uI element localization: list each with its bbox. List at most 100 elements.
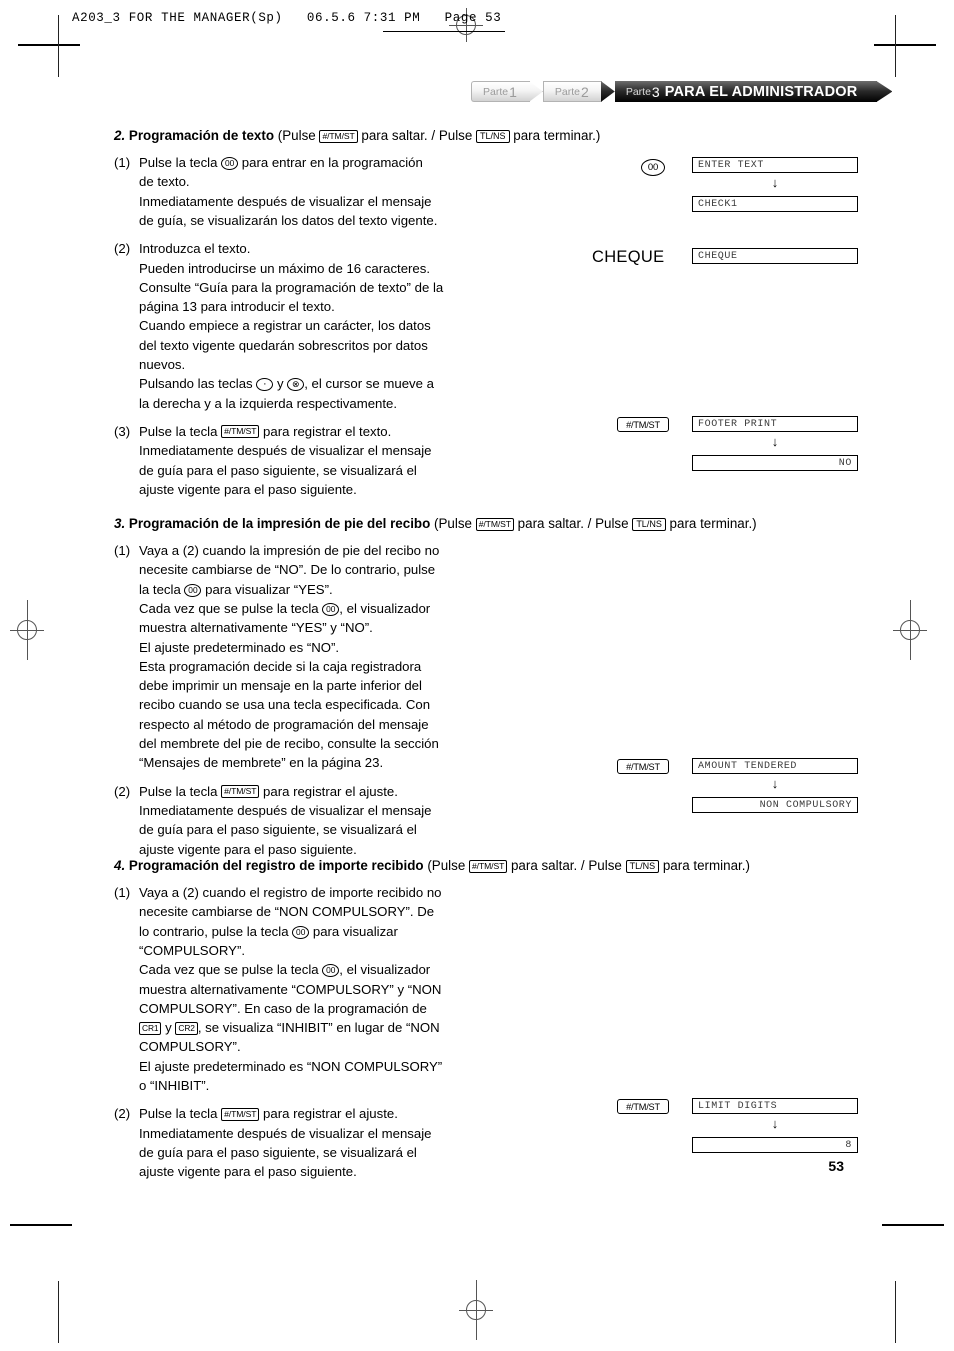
step-line: Vaya a (2) cuando la impresión de pie de… (139, 543, 440, 559)
key-00-icon[interactable]: 00 (292, 925, 310, 939)
section-title: Programación de la impresión de pie del … (128, 516, 431, 531)
display-footer-print: FOOTER PRINT (692, 416, 858, 432)
key-tmst-group4[interactable]: #/TM/ST (617, 759, 669, 774)
breadcrumb-arrow-cap-icon (876, 81, 893, 102)
step-item: (2) Introduzca el texto. Pueden introducir… (114, 239, 844, 413)
section-number: 2. (114, 128, 126, 143)
section-paren: (Pulse (434, 516, 476, 531)
section-paren-mid: para saltar. / Pulse (513, 516, 633, 531)
step-line: página 13 para introducir el texto. (139, 299, 335, 315)
section-2: 2. Programación de texto (Pulse #/TM/ST … (114, 126, 844, 508)
breadcrumb-item-parte3[interactable]: Parte 3 PARA EL ADMINISTRADOR (614, 81, 878, 102)
breadcrumb-number-2: 2 (581, 83, 589, 100)
section-title: Programación de texto (128, 128, 275, 143)
step-line: muestra alternativamente “COMPULSORY” y … (139, 981, 442, 997)
breadcrumb-label-3: Parte (625, 85, 651, 98)
step-line: necesite cambiarse de “NON COMPULSORY”. … (139, 904, 435, 920)
step-line: la derecha y a la izquierda respectivame… (139, 395, 398, 411)
key-00-group1[interactable]: 00 (641, 159, 665, 176)
step-line: Vaya a (2) cuando el registro de importe… (139, 885, 442, 901)
key-cr1-icon[interactable]: CR1 (139, 1021, 162, 1035)
step-line: ajuste vigente para el paso siguiente. (139, 481, 357, 497)
key-tmst-icon[interactable]: #/TM/ST (469, 859, 508, 873)
key-tlns-icon[interactable]: TL/NS (632, 517, 666, 531)
section-paren: (Pulse (277, 128, 320, 143)
step-line: de texto. (139, 174, 190, 190)
breadcrumb-title-3: PARA EL ADMINISTRADOR (664, 83, 858, 100)
step-line: Consulte “Guía para la programación de t… (139, 279, 444, 295)
display-footer-print-value: NO (692, 455, 858, 471)
step-line: recibo cuando se usa una tecla especific… (139, 697, 431, 713)
display-check1: CHECK1 (692, 196, 858, 212)
section-heading-3: 3. Programación de la impresión de pie d… (114, 514, 844, 534)
key-00-icon[interactable]: 00 (322, 603, 340, 616)
key-tmst-icon[interactable]: #/TM/ST (221, 1107, 260, 1121)
key-dot-icon[interactable]: · (256, 378, 274, 392)
step-line: Pulse la tecla #/TM/ST para registrar el… (139, 423, 392, 439)
step-marker: (1) (114, 543, 131, 559)
step-item: (1) Vaya a (2) cuando la impresión de pie… (114, 541, 844, 773)
step-line: la tecla 00 para visualizar “YES”. (139, 581, 333, 597)
registration-mark-bottom (459, 1280, 493, 1340)
step-line: del membrete del pie de recibo, consulte… (139, 736, 439, 752)
step-item: (1) Vaya a (2) cuando el registro de impo… (114, 883, 844, 1095)
step-line: Inmediatamente después de visualizar el … (139, 1125, 432, 1141)
key-tmst-icon[interactable]: #/TM/ST (319, 129, 358, 143)
step-line: respecto al método de programación del m… (139, 716, 429, 732)
crop-line-bottom-right (895, 1281, 896, 1343)
step-line: Inmediatamente después de visualizar el … (139, 193, 432, 209)
step-body: Pulse la tecla 00 para entrar en la prog… (139, 153, 437, 230)
step-line: Pulse la tecla #/TM/ST para registrar el… (139, 783, 398, 799)
display-amount-tendered-value: NON COMPULSORY (692, 797, 858, 813)
breadcrumb-label-1: Parte (483, 85, 509, 98)
step-marker: (2) (114, 241, 131, 257)
step-line: ajuste vigente para el paso siguiente. (139, 1164, 357, 1180)
breadcrumb-item-parte2[interactable]: Parte 2 (542, 81, 602, 102)
section-number: 4. (114, 858, 126, 873)
key-tmst-group3[interactable]: #/TM/ST (617, 417, 669, 432)
breadcrumb-separator-1 (528, 81, 543, 102)
key-tmst-icon[interactable]: #/TM/ST (221, 785, 260, 799)
key-cr2-icon[interactable]: CR2 (175, 1021, 198, 1035)
step-body: Pulse la tecla #/TM/ST para registrar el… (139, 1104, 432, 1181)
flow-arrow-icon-4: ↓ (771, 1116, 779, 1131)
registration-mark-left (10, 600, 44, 660)
section-paren-mid: para saltar. / Pulse (357, 128, 477, 143)
key-00-icon[interactable]: 00 (221, 157, 239, 171)
crop-mark-top-right (874, 44, 936, 46)
breadcrumb-number-1: 1 (509, 83, 517, 100)
step-line: muestra alternativamente “YES” y “NO”. (139, 620, 373, 636)
step-line: “COMPULSORY”. (139, 943, 246, 958)
section-3: 3. Programación de la impresión de pie d… (114, 514, 844, 868)
display-amount-tendered: AMOUNT TENDERED (692, 758, 858, 774)
crop-mark-top-left (18, 44, 80, 46)
display-limit-digits-value: 8 (692, 1137, 858, 1153)
section-paren: (Pulse (427, 858, 469, 873)
step-line: de guía para el paso siguiente, se visua… (139, 1144, 417, 1160)
step-line: COMPULSORY”. (139, 1039, 241, 1055)
file-header-rule (383, 31, 505, 32)
key-00-icon[interactable]: 00 (322, 964, 340, 978)
breadcrumb-number-3: 3 (651, 83, 660, 100)
step-line: necesite cambiarse de “NO”. De lo contra… (139, 562, 436, 578)
step-line: lo contrario, pulse la tecla 00 para vis… (139, 923, 398, 939)
breadcrumb-item-parte1[interactable]: Parte 1 (471, 81, 530, 102)
step-line: Introduzca el texto. (139, 241, 251, 257)
step-line: Cada vez que se pulse la tecla 00, el vi… (139, 962, 431, 978)
key-tmst-group5[interactable]: #/TM/ST (617, 1099, 669, 1114)
step-body: Vaya a (2) cuando el registro de importe… (139, 883, 442, 1095)
crop-line-top-left (58, 15, 59, 77)
key-tlns-icon[interactable]: TL/NS (625, 859, 660, 873)
key-tlns-icon[interactable]: TL/NS (476, 129, 510, 143)
step-marker: (2) (114, 1106, 131, 1122)
key-multiply-icon[interactable]: ⊗ (287, 378, 305, 392)
key-tmst-icon[interactable]: #/TM/ST (221, 425, 260, 439)
key-tmst-icon[interactable]: #/TM/ST (475, 517, 514, 531)
step-body: Vaya a (2) cuando la impresión de pie de… (139, 541, 439, 773)
step-line: COMPULSORY”. En caso de la programación … (139, 1000, 427, 1016)
step-line: CR1 y CR2, se visualiza “INHIBIT” en lug… (139, 1018, 442, 1037)
step-line: de guía para el paso siguiente, se visua… (139, 822, 417, 838)
key-00-icon[interactable]: 00 (184, 583, 202, 597)
step-marker: (2) (114, 783, 131, 799)
section-paren-post: para terminar.) (509, 128, 601, 143)
